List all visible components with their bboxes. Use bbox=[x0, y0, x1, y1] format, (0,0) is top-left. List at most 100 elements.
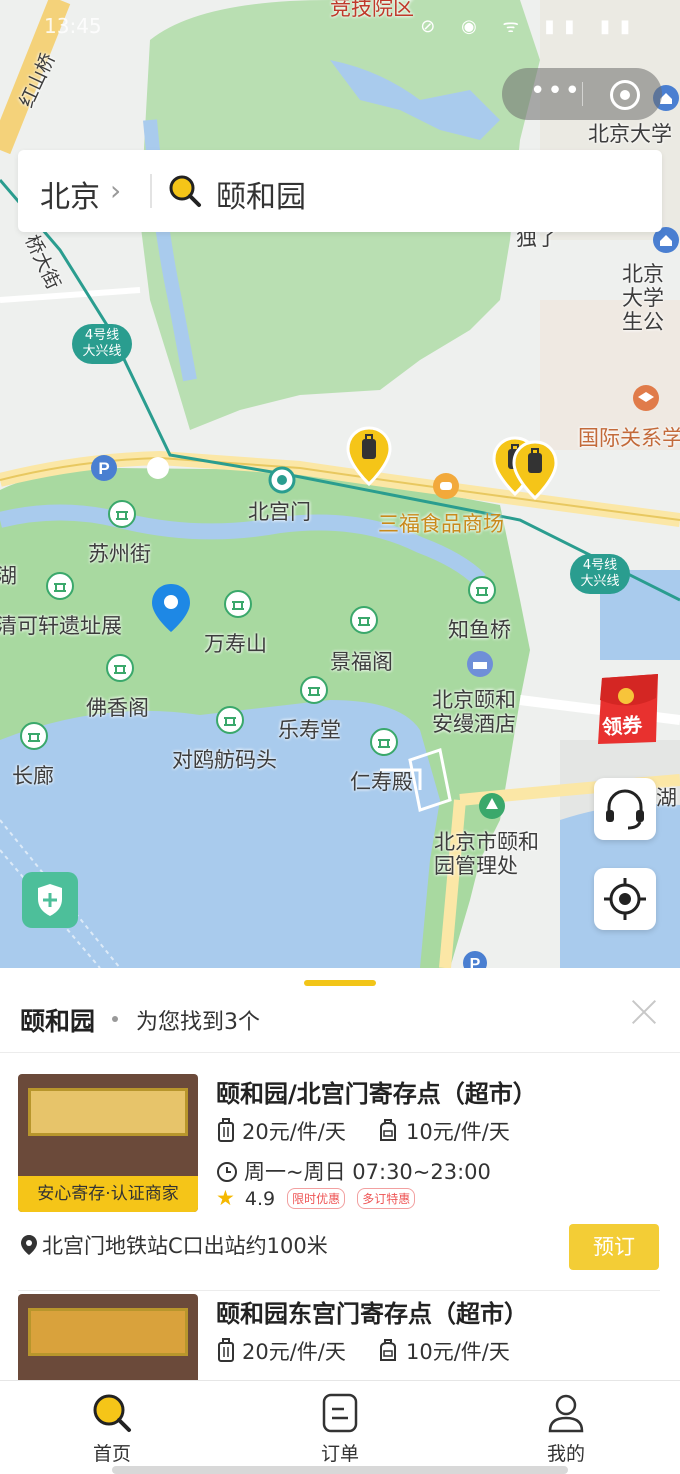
scenic-spot-icon bbox=[468, 576, 496, 604]
map-label-lake-partial: 湖 bbox=[0, 564, 17, 588]
suitcase-icon bbox=[218, 1118, 234, 1142]
map-label-leshoutang: 乐寿堂 bbox=[278, 718, 341, 742]
storage-thumbnail: 安心寄存·认证商家 bbox=[18, 1074, 198, 1212]
food-icon bbox=[433, 473, 459, 499]
tab-profile[interactable]: 我的 bbox=[506, 1391, 626, 1466]
map-label-pku-student: 北京大学生公 bbox=[622, 262, 664, 334]
chevron-right-icon: › bbox=[110, 174, 122, 207]
storage-card[interactable]: 颐和园东宫门寄存点（超市） 20元/件/天 10元/件/天 bbox=[0, 1274, 680, 1380]
map-label-admin: 北京市颐和 园管理处 bbox=[434, 830, 539, 878]
scenic-spot-icon bbox=[300, 676, 328, 704]
locate-me-button[interactable] bbox=[594, 868, 656, 930]
search-bar[interactable]: 北京 › 颐和园 bbox=[18, 150, 662, 232]
subway-line-badge: 4号线 大兴线 bbox=[72, 324, 132, 364]
sheet-divider bbox=[0, 1052, 680, 1053]
scenic-spot-icon bbox=[350, 606, 378, 634]
order-list-icon bbox=[322, 1393, 358, 1433]
storefront-sign bbox=[28, 1308, 188, 1356]
search-icon bbox=[93, 1394, 131, 1432]
price-suitcase-row: 20元/件/天 bbox=[216, 1336, 346, 1366]
clock-icon bbox=[217, 1162, 237, 1182]
shield-plus-icon bbox=[38, 884, 62, 916]
tab-label: 我的 bbox=[546, 1443, 585, 1465]
search-icon bbox=[169, 175, 201, 207]
map-view[interactable]: 13:45 ⊘ ◉ ᯤ ▮▮ ▮▮ 竞技院区 红山桥 北京大学 独了 北京大学生… bbox=[0, 0, 680, 968]
map-label-hotel: 北京颐和 安缦酒店 bbox=[432, 688, 516, 736]
status-icons: ⊘ ◉ ᯤ ▮▮ ▮▮ bbox=[420, 16, 640, 37]
promo-tag: 限时优惠 bbox=[287, 1188, 346, 1209]
star-icon: ★ bbox=[216, 1186, 235, 1210]
promo-tag: 多订特惠 bbox=[357, 1188, 416, 1209]
storage-card[interactable]: 安心寄存·认证商家 颐和园/北宫门寄存点（超市） 20元/件/天 10元/件/天… bbox=[0, 1054, 680, 1291]
parking-icon: P bbox=[463, 951, 487, 968]
storage-location-pin[interactable] bbox=[346, 426, 392, 486]
subway-station-icon bbox=[268, 466, 296, 494]
map-label-pku: 北京大学 bbox=[588, 122, 672, 146]
map-background bbox=[0, 0, 680, 968]
coupon-label: 领券 bbox=[601, 712, 643, 740]
price-bag: 10元/件/天 bbox=[406, 1340, 510, 1364]
scenic-spot-icon bbox=[370, 728, 398, 756]
customer-service-button[interactable] bbox=[594, 778, 656, 840]
svg-text:P: P bbox=[98, 459, 109, 478]
price-suitcase: 20元/件/天 bbox=[242, 1340, 346, 1364]
storage-name: 颐和园东宫门寄存点（超市） bbox=[216, 1300, 528, 1328]
more-icon[interactable]: ••• bbox=[530, 78, 582, 104]
book-button[interactable]: 预订 bbox=[569, 1224, 659, 1270]
sheet-title: 颐和园 bbox=[20, 1007, 96, 1036]
tab-label: 订单 bbox=[320, 1443, 359, 1465]
safety-button[interactable] bbox=[22, 872, 78, 928]
map-label-sanfu: 三福食品商场 bbox=[378, 512, 504, 536]
price-bag-row: 10元/件/天 bbox=[376, 1336, 510, 1366]
hotel-icon bbox=[467, 651, 493, 677]
suitcase-icon bbox=[218, 1338, 234, 1362]
price-bag-row: 10元/件/天 bbox=[376, 1116, 510, 1146]
certified-badge: 安心寄存·认证商家 bbox=[18, 1176, 198, 1212]
price-suitcase-row: 20元/件/天 bbox=[216, 1116, 346, 1146]
coupon-button[interactable]: 领券 bbox=[596, 672, 662, 746]
parking-icon: P bbox=[91, 455, 117, 481]
scenic-spot-icon bbox=[224, 590, 252, 618]
crosshair-icon bbox=[604, 878, 646, 920]
tab-home[interactable]: 首页 bbox=[52, 1391, 172, 1466]
map-label-qingkexuan: 清可轩遗址展 bbox=[0, 614, 122, 638]
hours-row: 周一~周日 07:30~23:00 bbox=[216, 1156, 491, 1186]
map-label-renshoudian: 仁寿殿 bbox=[350, 770, 413, 794]
map-label-beigongmen: 北宫门 bbox=[248, 500, 311, 524]
map-label-suzhou-street: 苏州街 bbox=[88, 542, 151, 566]
rating-value: 4.9 bbox=[244, 1188, 276, 1210]
storage-location-pin[interactable] bbox=[512, 440, 558, 500]
map-label-changlang: 长廊 bbox=[12, 764, 54, 788]
opening-hours: 周一~周日 07:30~23:00 bbox=[244, 1160, 491, 1184]
user-icon bbox=[548, 1394, 584, 1433]
price-suitcase: 20元/件/天 bbox=[242, 1120, 346, 1144]
tab-orders[interactable]: 订单 bbox=[280, 1391, 400, 1466]
scenic-spot-icon bbox=[46, 572, 74, 600]
backpack-icon bbox=[380, 1339, 396, 1361]
parking-icon bbox=[147, 457, 169, 479]
map-label-jingfuge: 景福阁 bbox=[330, 650, 393, 674]
current-location-pin bbox=[152, 584, 190, 632]
scenic-spot-icon bbox=[20, 722, 48, 750]
tree-icon bbox=[479, 793, 505, 819]
home-indicator bbox=[112, 1466, 568, 1474]
map-label-intl-relations: 国际关系学 bbox=[578, 426, 680, 450]
tab-bar: 首页 订单 我的 bbox=[0, 1380, 680, 1474]
city-selector[interactable]: 北京 bbox=[40, 172, 100, 216]
storage-name: 颐和园/北宫门寄存点（超市） bbox=[216, 1080, 537, 1108]
map-label-zhiyuqiao: 知鱼桥 bbox=[448, 618, 511, 642]
price-bag: 10元/件/天 bbox=[406, 1120, 510, 1144]
close-icon[interactable] bbox=[628, 996, 660, 1028]
map-label-top: 竞技院区 bbox=[330, 0, 414, 20]
storage-thumbnail bbox=[18, 1294, 198, 1380]
sheet-drag-handle[interactable] bbox=[304, 980, 376, 986]
headset-icon bbox=[606, 789, 644, 830]
scenic-spot-icon bbox=[108, 500, 136, 528]
tab-label: 首页 bbox=[92, 1443, 131, 1465]
close-miniprogram-icon[interactable] bbox=[610, 80, 640, 110]
backpack-icon bbox=[380, 1119, 396, 1141]
search-input[interactable]: 颐和园 bbox=[216, 172, 306, 216]
school-icon bbox=[633, 385, 659, 411]
scenic-spot-icon bbox=[216, 706, 244, 734]
capsule-divider bbox=[582, 82, 583, 106]
